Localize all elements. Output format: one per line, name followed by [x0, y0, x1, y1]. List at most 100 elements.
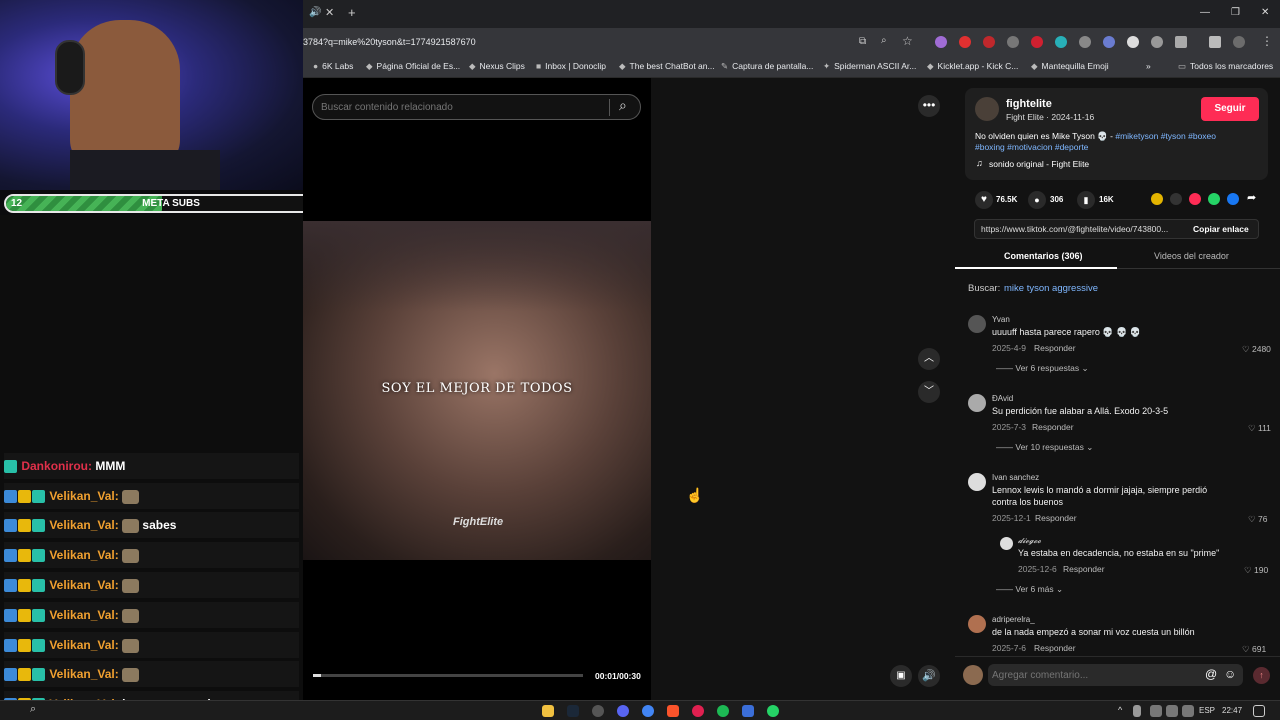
pip-icon[interactable]: ▣ — [890, 665, 912, 687]
search-icon[interactable]: ⌕ — [619, 97, 627, 114]
adblock-icon[interactable] — [983, 36, 995, 48]
bookmark-item[interactable]: ■ Inbox | Donoclip — [536, 61, 606, 71]
follow-button[interactable]: Seguir — [1201, 97, 1259, 121]
creator-name[interactable]: fightelite — [1006, 98, 1052, 110]
video-link[interactable]: https://www.tiktok.com/@fightelite/video… — [981, 224, 1168, 234]
bookmark-item[interactable]: ◆ Kicklet.app - Kick C... — [927, 61, 1018, 72]
creator-avatar[interactable] — [975, 97, 999, 121]
restore-icon[interactable]: ❐ — [1231, 7, 1240, 18]
search-taskbar-icon[interactable]: ⌕ — [30, 703, 36, 716]
bookmark-item[interactable]: ✎ Captura de pantalla... — [721, 61, 813, 72]
whatsapp-icon[interactable] — [1208, 193, 1220, 205]
comment-icon[interactable]: ● — [1028, 191, 1046, 209]
extension-icon[interactable] — [1127, 36, 1139, 48]
comment-likes[interactable]: ♡ 2480 — [1242, 344, 1271, 355]
avatar[interactable] — [968, 473, 986, 491]
avatar[interactable] — [968, 315, 986, 333]
reply-likes[interactable]: ♡ 190 — [1244, 565, 1268, 576]
hashtags[interactable]: #boxing #motivacion #deporte — [975, 142, 1088, 152]
extension-icon[interactable] — [1103, 36, 1115, 48]
comment-likes[interactable]: ♡ 76 — [1248, 514, 1267, 525]
tab-creator-videos[interactable]: Videos del creador — [1154, 251, 1229, 261]
chat-username[interactable]: Velikan_Val: — [49, 638, 118, 652]
avatar[interactable] — [968, 394, 986, 412]
notification-icon[interactable] — [1253, 705, 1265, 717]
url-text[interactable]: 3784?q=mike%20tyson&t=1774921587670 — [303, 37, 476, 47]
comment-likes[interactable]: ♡ 111 — [1248, 423, 1271, 434]
profile-avatar[interactable] — [1233, 36, 1245, 48]
video-frame[interactable]: SOY EL MEJOR DE TODOS FightElite — [303, 221, 651, 560]
chat-username[interactable]: Velikan_Val: — [49, 489, 118, 503]
tab-comments[interactable]: Comentarios (306) — [1004, 251, 1083, 261]
chat-username[interactable]: Velikan_Val: — [49, 518, 118, 532]
close-tab-icon[interactable]: ✕ — [325, 6, 334, 19]
reply-button[interactable]: Responder — [1034, 643, 1076, 653]
bookmark-item[interactable]: ◆ Página Oficial de Es... — [366, 61, 460, 72]
bookmark-item[interactable]: ◆ Mantequilla Emoji — [1031, 61, 1109, 72]
extension-icon[interactable] — [935, 36, 947, 48]
extension-icon[interactable] — [1079, 36, 1091, 48]
extension-icon[interactable] — [959, 36, 971, 48]
steam-icon[interactable] — [567, 705, 579, 717]
language-indicator[interactable]: ESP — [1199, 706, 1215, 715]
extension-icon[interactable] — [1055, 36, 1067, 48]
chrome-icon[interactable] — [642, 705, 654, 717]
spotify-icon[interactable] — [717, 705, 729, 717]
comment-user[interactable]: ÐAvid — [992, 394, 1013, 403]
facebook-icon[interactable] — [1227, 193, 1239, 205]
app-icon[interactable] — [592, 705, 604, 717]
media-icon[interactable] — [692, 705, 704, 717]
extension-icon[interactable] — [1031, 36, 1043, 48]
chat-username[interactable]: Velikan_Val: — [49, 578, 118, 592]
reply-button[interactable]: Responder — [1034, 343, 1076, 353]
bookmark-star-icon[interactable]: ☆ — [902, 34, 913, 48]
reply-user[interactable]: 𝓭𝓲𝓮𝓰𝓸𝓸 — [1018, 536, 1041, 546]
sound-name[interactable]: sonido original - Fight Elite — [989, 159, 1089, 169]
chat-username[interactable]: Velikan_Val: — [49, 608, 118, 622]
share-icon[interactable]: ➦ — [1247, 191, 1256, 204]
extensions-puzzle-icon[interactable] — [1175, 36, 1187, 48]
post-comment-icon[interactable]: ↑ — [1253, 667, 1270, 684]
bookmark-item[interactable]: ◆ Nexus Clips — [469, 61, 525, 72]
all-bookmarks[interactable]: ▭ Todos los marcadores — [1178, 61, 1273, 72]
reply-button[interactable]: Responder — [1035, 513, 1077, 523]
more-menu-icon[interactable]: ⋮ — [1261, 34, 1273, 48]
brave-icon[interactable] — [667, 705, 679, 717]
next-video-icon[interactable]: ﹀ — [918, 381, 940, 403]
send-icon[interactable] — [1189, 193, 1201, 205]
view-replies[interactable]: —— Ver 10 respuestas ⌄ — [996, 442, 1093, 453]
speaker-icon[interactable]: 🔊 — [309, 7, 321, 18]
file-explorer-icon[interactable] — [542, 705, 554, 717]
bookmark-icon[interactable]: ▮ — [1077, 191, 1095, 209]
comment-user[interactable]: Ivan sanchez — [992, 473, 1039, 482]
comment-likes[interactable]: ♡ 691 — [1242, 644, 1266, 655]
related-search[interactable]: ⌕ — [312, 94, 641, 120]
search-query-link[interactable]: mike tyson aggressive — [1004, 283, 1098, 294]
chat-username[interactable]: Velikan_Val: — [49, 667, 118, 681]
view-more-replies[interactable]: —— Ver 6 más ⌄ — [996, 584, 1063, 595]
tray-chevron-icon[interactable]: ^ — [1118, 705, 1122, 715]
volume-tray-icon[interactable] — [1182, 705, 1194, 717]
chat-username[interactable]: Dankonirou: — [21, 459, 92, 473]
copy-link-button[interactable]: Copiar enlace — [1193, 224, 1249, 234]
reply-button[interactable]: Responder — [1032, 422, 1074, 432]
avatar[interactable] — [1000, 537, 1013, 550]
comment-user[interactable]: Yvan — [992, 315, 1010, 324]
app-icon[interactable] — [742, 705, 754, 717]
clock[interactable]: 22:47 — [1222, 706, 1242, 715]
search-input[interactable] — [321, 99, 601, 115]
new-tab-icon[interactable]: + — [348, 5, 356, 20]
bookmark-item[interactable]: ✦ Spiderman ASCII Ar... — [823, 61, 916, 72]
chat-username[interactable]: Velikan_Val: — [49, 548, 118, 562]
extension-icon[interactable] — [1151, 36, 1163, 48]
network-icon[interactable] — [1166, 705, 1178, 717]
like-icon[interactable]: ♥ — [975, 191, 993, 209]
view-replies[interactable]: —— Ver 6 respuestas ⌄ — [996, 363, 1089, 374]
comment-user[interactable]: adriperelra_ — [992, 615, 1035, 624]
zoom-icon[interactable]: ⌕ — [881, 35, 887, 46]
whatsapp-icon[interactable] — [767, 705, 779, 717]
more-options-icon[interactable]: ••• — [918, 95, 940, 117]
tray-icon[interactable] — [1150, 705, 1162, 717]
install-icon[interactable]: ⧉ — [859, 36, 866, 47]
reply-button[interactable]: Responder — [1063, 564, 1105, 574]
